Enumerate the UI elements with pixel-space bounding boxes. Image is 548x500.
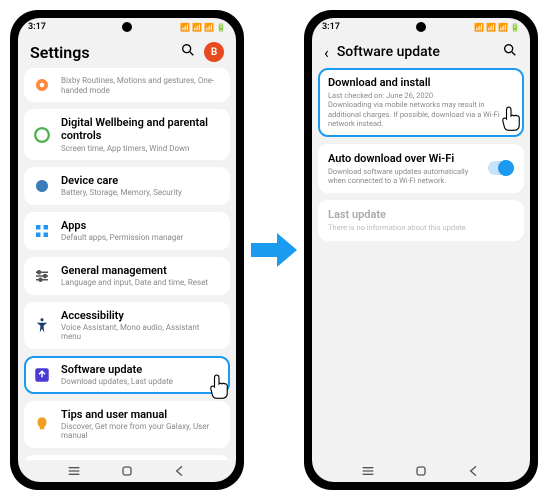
general-icon (33, 267, 51, 285)
nav-home[interactable] (119, 463, 135, 479)
item-title: Device care (61, 174, 221, 187)
item-sub: Download software updates automatically … (328, 167, 480, 186)
screen-right: 3:17 📶 📶 📶 🔋 ‹ Software update Download … (312, 18, 530, 482)
back-icon[interactable]: ‹ (324, 43, 329, 62)
item-sub: There is no information about this updat… (328, 223, 514, 232)
last-update-item[interactable]: Last update There is no information abou… (318, 200, 524, 240)
softwareupdate-header: ‹ Software update (312, 36, 530, 68)
status-time: 3:17 (28, 22, 46, 32)
settings-item-softwareupdate[interactable]: Software update Download updates, Last u… (24, 356, 230, 394)
accessibility-icon (33, 316, 51, 334)
item-title: Bixby Routines, Motions and gestures, On… (61, 76, 221, 95)
phone-right: 3:17 📶 📶 📶 🔋 ‹ Software update Download … (304, 10, 538, 490)
statusbar: 3:17 📶 📶 📶 🔋 (18, 18, 236, 36)
nav-back[interactable] (466, 463, 482, 479)
item-sub: Battery, Storage, Memory, Security (61, 188, 221, 198)
settings-item-about[interactable]: About phone Status, Legal information, P… (24, 455, 230, 460)
status-icons: 📶 📶 📶 🔋 (474, 23, 520, 32)
navbar (312, 460, 530, 482)
settings-item-general[interactable]: General management Language and input, D… (24, 257, 230, 295)
item-sub: Download updates, Last update (61, 377, 221, 387)
download-install-item[interactable]: Download and install Last checked on: Ju… (318, 68, 524, 137)
wifi-toggle[interactable] (488, 161, 514, 175)
nav-home[interactable] (413, 463, 429, 479)
camera-notch (122, 22, 132, 32)
item-title: Software update (61, 363, 221, 376)
phone-left: 3:17 📶 📶 📶 🔋 Settings B Bixby Routines, … (10, 10, 244, 490)
item-sub: Default apps, Permission manager (61, 233, 221, 243)
advanced-icon (33, 76, 51, 94)
item-title: Last update (328, 208, 514, 221)
item-title: Digital Wellbeing and parental controls (61, 116, 221, 142)
item-sub: Voice Assistant, Mono audio, Assistant m… (61, 323, 221, 342)
item-title: Accessibility (61, 309, 221, 322)
avatar[interactable]: B (204, 42, 224, 62)
settings-item-tips[interactable]: Tips and user manual Discover, Get more … (24, 401, 230, 448)
nav-recents[interactable] (360, 463, 376, 479)
devicecare-icon (33, 177, 51, 195)
nav-back[interactable] (172, 463, 188, 479)
item-title: Apps (61, 219, 221, 232)
softwareupdate-icon (33, 366, 51, 384)
statusbar: 3:17 📶 📶 📶 🔋 (312, 18, 530, 36)
item-title: Download and install (328, 76, 514, 89)
search-icon[interactable] (180, 42, 196, 62)
auto-download-item[interactable]: Auto download over Wi-Fi Download softwa… (318, 144, 524, 194)
status-time: 3:17 (322, 22, 340, 32)
update-list[interactable]: Download and install Last checked on: Ju… (312, 68, 530, 460)
tips-icon (33, 415, 51, 433)
arrow-icon (249, 230, 299, 270)
item-sub: Language and input, Date and time, Reset (61, 278, 221, 288)
settings-item-wellbeing[interactable]: Digital Wellbeing and parental controls … (24, 109, 230, 160)
item-title: Auto download over Wi-Fi (328, 152, 480, 165)
settings-list[interactable]: Bixby Routines, Motions and gestures, On… (18, 68, 236, 460)
wellbeing-icon (33, 126, 51, 144)
status-icons: 📶 📶 📶 🔋 (180, 23, 226, 32)
apps-icon (33, 222, 51, 240)
camera-notch (416, 22, 426, 32)
nav-recents[interactable] (66, 463, 82, 479)
settings-item-advanced[interactable]: Bixby Routines, Motions and gestures, On… (24, 68, 230, 102)
item-title: Tips and user manual (61, 408, 221, 421)
item-title: General management (61, 264, 221, 277)
page-title: Software update (337, 44, 494, 60)
item-sub: Screen time, App timers, Wind Down (61, 144, 221, 154)
settings-item-accessibility[interactable]: Accessibility Voice Assistant, Mono audi… (24, 302, 230, 349)
item-sub: Discover, Get more from your Galaxy, Use… (61, 422, 221, 441)
navbar (18, 460, 236, 482)
search-icon[interactable] (502, 42, 518, 62)
settings-item-apps[interactable]: Apps Default apps, Permission manager (24, 212, 230, 250)
settings-header: Settings B (18, 36, 236, 68)
item-sub: Last checked on: June 26, 2020 Downloadi… (328, 91, 514, 129)
settings-item-devicecare[interactable]: Device care Battery, Storage, Memory, Se… (24, 167, 230, 205)
screen-left: 3:17 📶 📶 📶 🔋 Settings B Bixby Routines, … (18, 18, 236, 482)
page-title: Settings (30, 43, 172, 62)
